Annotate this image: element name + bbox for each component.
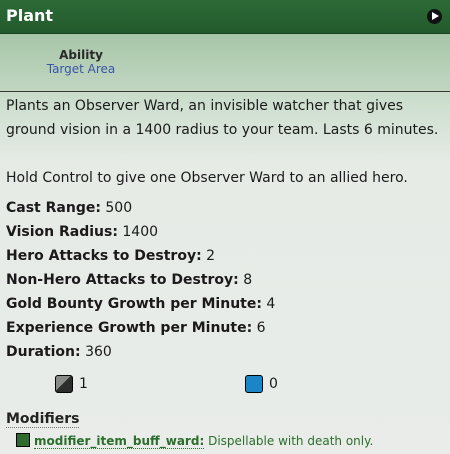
stat-value: 360 (85, 344, 112, 360)
modifier-name[interactable]: modifier_item_buff_ward: (34, 434, 205, 449)
mana-value: 0 (269, 376, 278, 392)
stat-label: Hero Attacks to Destroy: (6, 248, 202, 264)
cooldown-value: 1 (79, 376, 88, 392)
mana-icon (245, 375, 263, 393)
cooldown-icon (55, 375, 73, 393)
ability-info-bar: Ability Target Area (0, 34, 450, 92)
stat-value: 500 (105, 200, 133, 216)
stat-label: Vision Radius: (6, 224, 118, 240)
stat-value: 2 (206, 248, 216, 264)
stat-label: Gold Bounty Growth per Minute: (6, 296, 262, 312)
ability-type-value[interactable]: Target Area (40, 62, 122, 76)
stat-label: Cast Range: (6, 200, 101, 216)
stat-cast-range: Cast Range: 500 (6, 198, 132, 218)
ability-description: Plants an Observer Ward, an invisible wa… (6, 98, 439, 138)
stat-label: Non-Hero Attacks to Destroy: (6, 272, 239, 288)
stat-gold-bounty: Gold Bounty Growth per Minute: 4 (6, 294, 275, 314)
tooltip-body: Plants an Observer Ward, an invisible wa… (0, 92, 450, 454)
modifier-item: modifier_item_buff_ward: Dispellable wit… (16, 433, 374, 449)
stat-label: Duration: (6, 344, 81, 360)
modifiers-header: Modifiers (6, 411, 80, 428)
stat-non-hero-attacks: Non-Hero Attacks to Destroy: 8 (6, 270, 252, 290)
stat-value: 4 (266, 296, 276, 312)
modifier-description: Dispellable with death only. (208, 434, 374, 448)
stat-value: 1400 (122, 224, 159, 240)
ability-hint: Hold Control to give one Observer Ward t… (6, 170, 408, 186)
play-icon[interactable] (427, 9, 442, 24)
title-bar: Plant (0, 0, 450, 34)
stat-vision-radius: Vision Radius: 1400 (6, 222, 158, 242)
stat-experience-growth: Experience Growth per Minute: 6 (6, 318, 266, 338)
ability-title: Plant (6, 6, 54, 25)
stat-value: 6 (256, 320, 266, 336)
stat-duration: Duration: 360 (6, 342, 112, 362)
stat-value: 8 (243, 272, 253, 288)
stat-hero-attacks: Hero Attacks to Destroy: 2 (6, 246, 215, 266)
stat-label: Experience Growth per Minute: (6, 320, 253, 336)
ability-type-label: Ability (59, 48, 103, 62)
modifier-icon (16, 433, 30, 447)
